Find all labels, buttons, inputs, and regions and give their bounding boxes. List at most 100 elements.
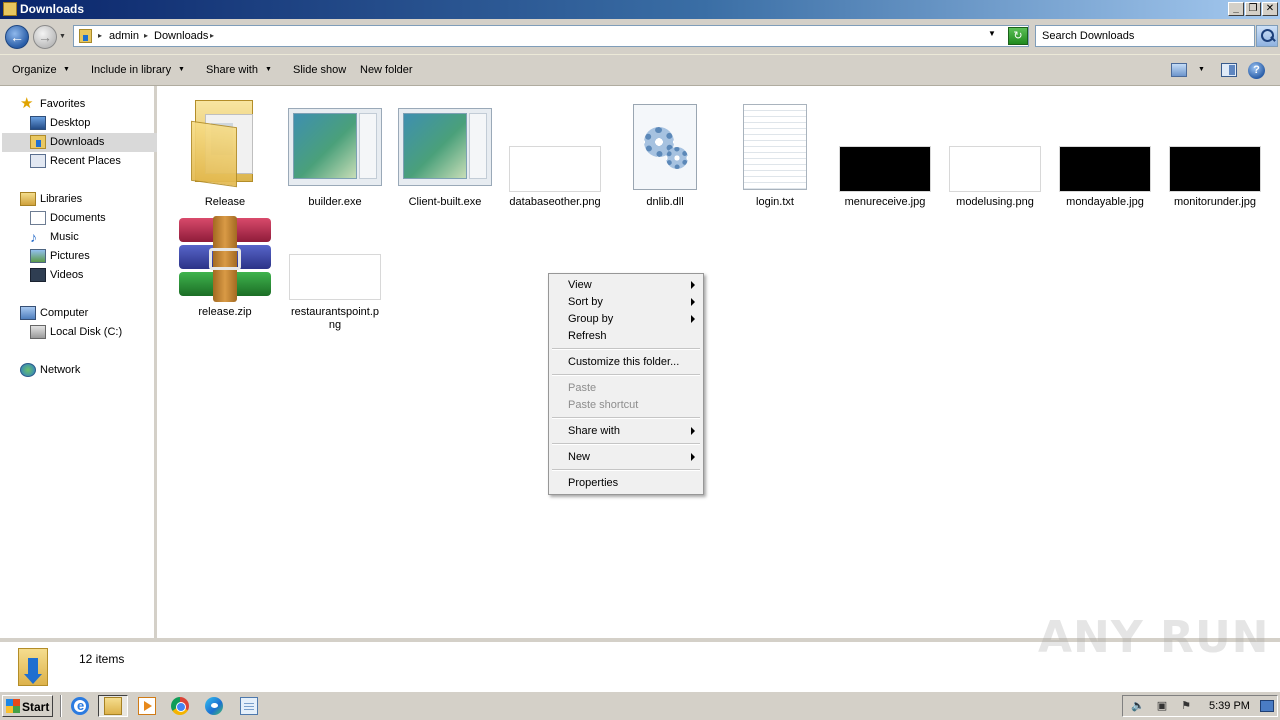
window-title: Downloads [20,2,85,16]
downloads-folder-icon [30,135,46,149]
menu-item-view[interactable]: View [551,277,701,294]
file-item-databaseother-png[interactable]: databaseother.png [500,92,610,212]
clock[interactable]: 5:39 PM [1209,700,1250,712]
sidebar-item-network[interactable]: Network [20,361,150,380]
preview-pane-icon[interactable] [1221,63,1237,77]
chevron-down-icon[interactable]: ▼ [265,66,272,73]
slide-show-button[interactable]: Slide show [293,64,346,76]
menu-item-label: Share with [568,425,620,437]
search-input[interactable]: Search Downloads [1035,25,1255,47]
address-input[interactable]: ▸ admin ▸ Downloads ▸ [73,25,1029,47]
file-item-release-zip[interactable]: release.zip [170,216,280,332]
menu-item-group-by[interactable]: Group by [551,311,701,328]
sidebar-item-desktop[interactable]: Desktop [30,114,150,133]
file-name: menureceive.jpg [844,196,926,208]
menu-item-properties[interactable]: Properties [551,475,701,492]
sidebar-item-computer[interactable]: Computer [20,304,150,323]
close-button[interactable]: ✕ [1262,2,1278,16]
sidebar-label: Documents [50,212,106,224]
windows-explorer-icon[interactable] [104,697,122,715]
share-with-button[interactable]: Share with [206,64,258,76]
volume-icon[interactable]: 🔈 [1131,700,1145,713]
menu-item-refresh[interactable]: Refresh [551,328,701,345]
file-list-area[interactable]: Release builder.exe Client-built.exe dat… [160,86,1280,638]
search-icon[interactable] [1256,25,1278,47]
menu-item-label: Group by [568,313,614,325]
file-item-builder-exe[interactable]: builder.exe [280,92,390,212]
taskbar-separator [60,695,62,717]
sidebar-item-local-disk[interactable]: Local Disk (C:) [30,323,150,342]
organize-button[interactable]: Organize [12,64,57,76]
menu-item-label: New [568,451,591,463]
breadcrumb-downloads[interactable]: Downloads [154,30,208,42]
chevron-down-icon[interactable]: ▼ [63,66,70,73]
sidebar-item-libraries[interactable]: Libraries [20,190,150,209]
help-icon[interactable]: ? [1248,62,1265,79]
music-icon: ♪ [30,229,37,245]
show-desktop-icon[interactable] [1260,700,1274,712]
file-name: login.txt [756,196,794,208]
file-item-menureceive-jpg[interactable]: menureceive.jpg [830,92,940,212]
chrome-icon[interactable] [171,697,189,715]
file-item-mondayable-jpg[interactable]: mondayable.jpg [1050,92,1160,212]
archive-icon [179,216,271,302]
sidebar-item-recent-places[interactable]: Recent Places [30,152,150,171]
file-name: monitorunder.jpg [1174,196,1256,208]
address-dropdown-icon[interactable]: ▼ [988,29,996,38]
sidebar-item-videos[interactable]: Videos [30,266,150,285]
chevron-right-icon[interactable]: ▸ [210,31,214,40]
network-icon [20,363,36,377]
edge-icon[interactable] [205,697,223,715]
chevron-down-icon[interactable]: ▼ [178,66,185,73]
sidebar-item-documents[interactable]: Documents [30,209,150,228]
chevron-right-icon[interactable]: ▸ [98,31,102,40]
disk-icon [30,325,46,339]
sidebar-label: Downloads [50,136,105,148]
restore-button[interactable]: ❐ [1245,2,1261,16]
image-thumbnail [509,146,601,192]
file-item-login-txt[interactable]: login.txt [720,92,830,212]
file-item-dnlib-dll[interactable]: dnlib.dll [610,92,720,212]
notepad-icon[interactable] [240,697,258,715]
sidebar-item-music[interactable]: ♪ Music [30,228,150,247]
menu-item-label: Properties [568,477,619,489]
navigation-pane: ★ Favorites Desktop Downloads Recent Pla… [0,86,157,638]
menu-item-sort-by[interactable]: Sort by [551,294,701,311]
chevron-right-icon[interactable]: ▸ [144,31,148,40]
forward-button[interactable]: → [33,25,57,49]
computer-icon [20,306,36,320]
menu-item-new[interactable]: New [551,449,701,466]
sidebar-item-pictures[interactable]: Pictures [30,247,150,266]
view-options-dropdown[interactable]: ▼ [1198,66,1205,73]
sidebar-item-downloads[interactable]: Downloads [2,133,157,152]
sidebar-item-favorites[interactable]: ★ Favorites [20,95,150,114]
change-view-icon[interactable] [1171,63,1187,77]
pictures-icon [30,249,46,263]
menu-item-paste-shortcut: Paste shortcut [551,397,701,414]
address-bar-area: ← → ▼ ▸ admin ▸ Downloads ▸ ▼ ↻ Search D… [0,19,1280,54]
action-center-flag-icon[interactable]: ⚑ [1179,700,1193,713]
internet-explorer-icon[interactable] [71,697,89,715]
chevron-right-icon [691,298,695,306]
image-thumbnail [839,146,931,192]
file-item-client-built-exe[interactable]: Client-built.exe [390,92,500,212]
documents-icon [30,211,46,225]
menu-item-customize-folder[interactable]: Customize this folder... [551,354,701,371]
back-button[interactable]: ← [5,25,29,49]
refresh-button[interactable]: ↻ [1008,27,1028,45]
network-status-icon[interactable]: ▣ [1155,700,1169,713]
file-item-monitorunder-jpg[interactable]: monitorunder.jpg [1160,92,1270,212]
file-item-release-folder[interactable]: Release [170,92,280,212]
minimize-button[interactable]: _ [1228,2,1244,16]
include-in-library-button[interactable]: Include in library [91,64,171,76]
breadcrumb-admin[interactable]: admin [109,30,139,42]
recent-pages-dropdown[interactable]: ▼ [59,33,66,40]
start-button[interactable]: Start [2,695,53,717]
start-label: Start [22,700,50,714]
file-item-modelusing-png[interactable]: modelusing.png [940,92,1050,212]
image-thumbnail [289,254,381,300]
menu-item-share-with[interactable]: Share with [551,423,701,440]
media-player-icon[interactable] [138,697,156,715]
new-folder-button[interactable]: New folder [360,64,413,76]
file-item-restaurantspoint-png[interactable]: restaurantspoint.png [280,216,390,332]
